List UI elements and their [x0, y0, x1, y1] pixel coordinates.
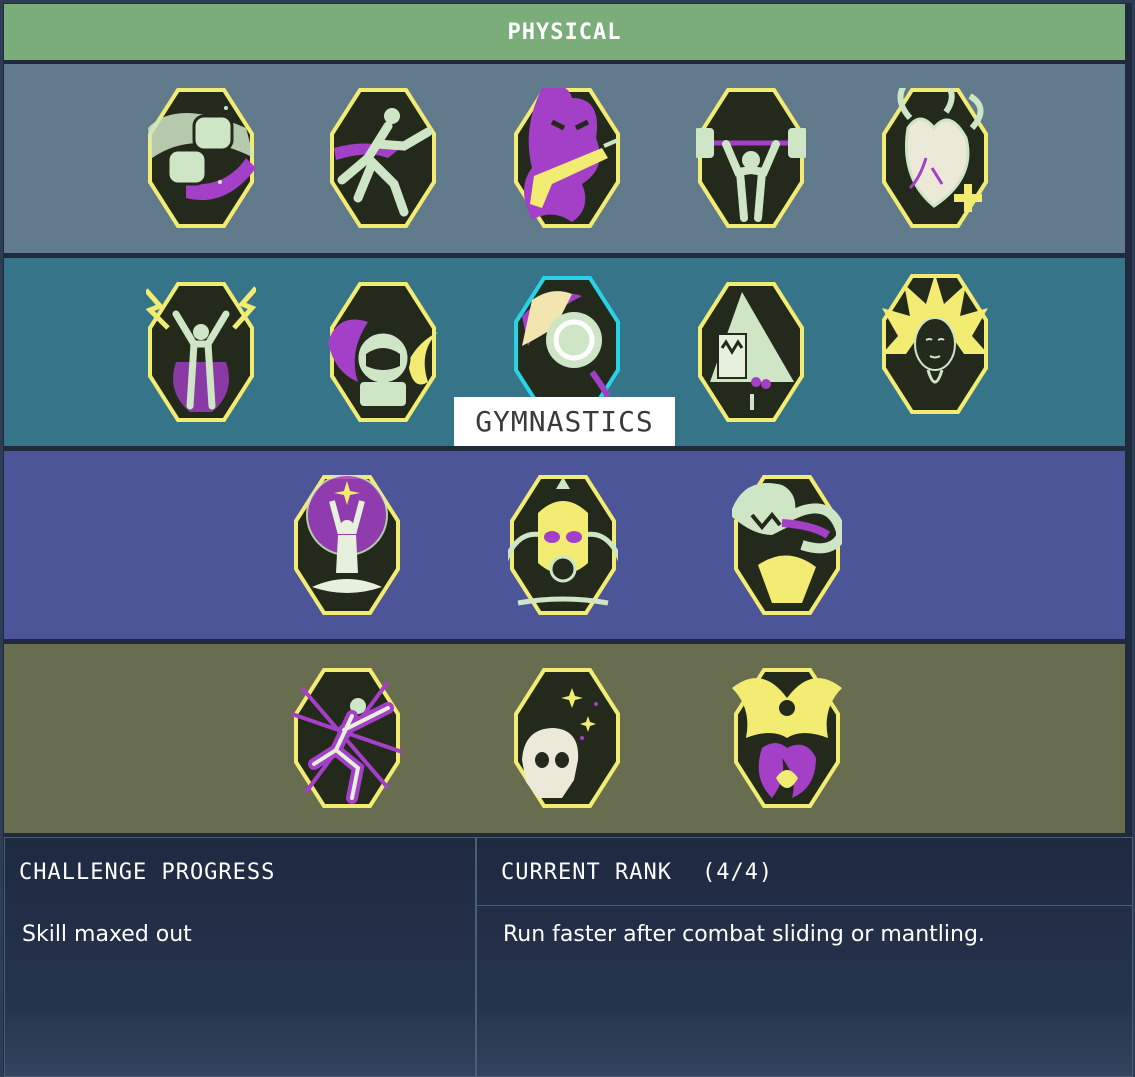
- heart-icon: [882, 88, 988, 228]
- perk-acrobat[interactable]: [292, 668, 402, 808]
- perk-sprinter[interactable]: [328, 88, 438, 228]
- acrobat-icon: [292, 668, 402, 808]
- fists-icon: [148, 88, 256, 228]
- current-rank-panel: CURRENT RANK (4/4) Run faster after comba…: [476, 837, 1133, 1077]
- rank-description: Run faster after combat sliding or mantl…: [503, 922, 985, 947]
- lightning-figure-icon: [146, 282, 256, 422]
- flame-pistol-icon: [514, 88, 620, 228]
- rank-count: (4/4): [701, 860, 774, 885]
- perk-weightlifter[interactable]: [696, 88, 806, 228]
- perk-astronaut[interactable]: [328, 282, 438, 422]
- perk-meditation[interactable]: [292, 475, 402, 615]
- weightlifter-icon: [696, 88, 806, 228]
- gas-mask-icon: [508, 475, 618, 615]
- perk-phoenix[interactable]: [732, 668, 842, 808]
- category-header: PHYSICAL: [4, 4, 1125, 60]
- phoenix-icon: [732, 668, 842, 808]
- meditation-icon: [294, 475, 400, 615]
- tooltip-label: GYMNASTICS: [475, 405, 654, 438]
- perk-flame-pistol[interactable]: [512, 88, 622, 228]
- perk-skull[interactable]: [512, 668, 622, 808]
- perk-fists[interactable]: [146, 88, 256, 228]
- skull-icon: [514, 668, 620, 808]
- perk-row-3: [4, 451, 1125, 639]
- rank-title: CURRENT RANK: [501, 860, 672, 885]
- perk-tooltip: GYMNASTICS: [454, 397, 675, 446]
- gymnast-icon: [514, 276, 620, 416]
- snake-icon: [732, 475, 842, 615]
- perk-gymnastics[interactable]: [512, 276, 622, 416]
- category-title: PHYSICAL: [507, 19, 622, 45]
- perk-snake[interactable]: [732, 475, 842, 615]
- perk-heart[interactable]: [880, 88, 990, 228]
- perk-lotus-face[interactable]: [880, 274, 990, 414]
- perk-gas-mask[interactable]: [508, 475, 618, 615]
- challenge-title: CHALLENGE PROGRESS: [19, 860, 276, 885]
- perk-row-4: [4, 644, 1125, 833]
- perk-milk-carton[interactable]: [696, 282, 806, 422]
- rank-divider: [477, 905, 1132, 906]
- lotus-face-icon: [882, 274, 988, 414]
- rank-heading: CURRENT RANK (4/4): [501, 860, 773, 885]
- challenge-progress-panel: CHALLENGE PROGRESS Skill maxed out: [4, 837, 476, 1077]
- sprinter-icon: [330, 88, 436, 228]
- perk-row-1: [4, 64, 1125, 253]
- perk-lightning-figure[interactable]: [146, 282, 256, 422]
- astronaut-icon: [328, 282, 438, 422]
- challenge-status: Skill maxed out: [22, 922, 192, 947]
- milk-carton-icon: [698, 282, 804, 422]
